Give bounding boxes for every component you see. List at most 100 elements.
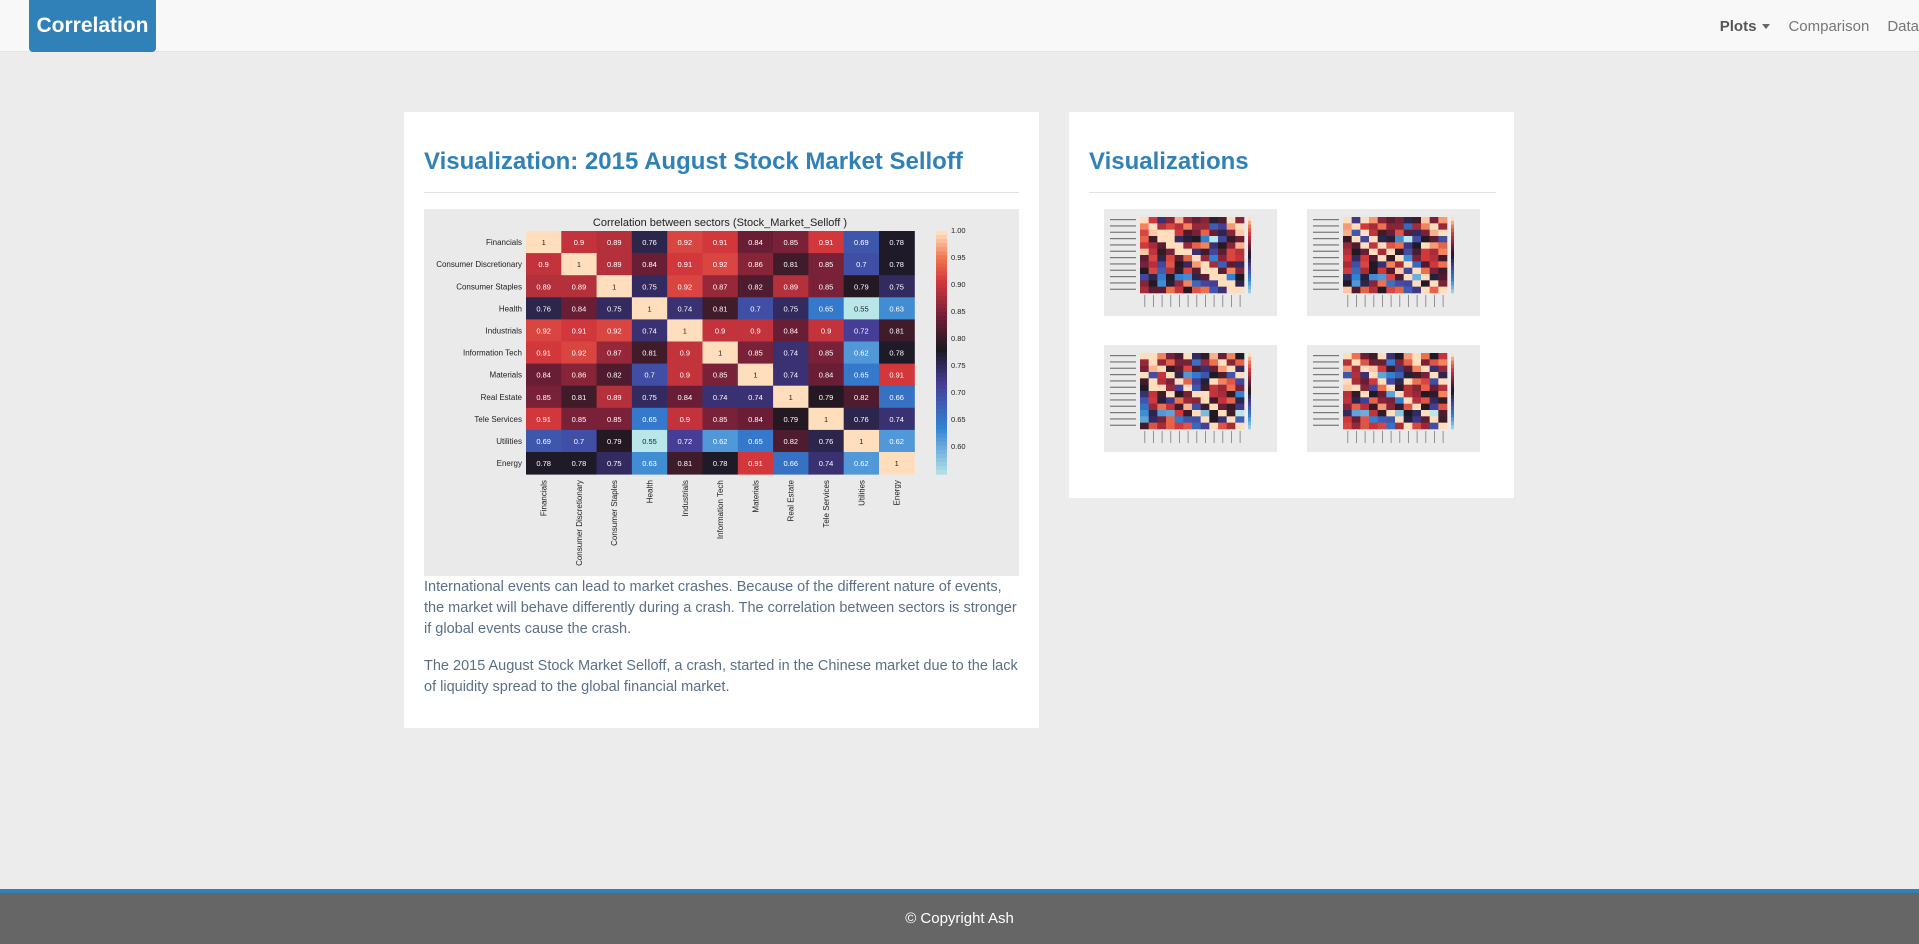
mini-cell: [1377, 391, 1387, 398]
mini-cell: [1369, 267, 1378, 275]
mini-cell: [1377, 372, 1387, 379]
mini-label: [1313, 355, 1339, 357]
cell-value: 1: [824, 415, 828, 424]
cell-value: 0.79: [607, 437, 622, 446]
mini-cell: [1140, 248, 1149, 256]
mini-cell: [1438, 372, 1448, 379]
mini-label: [1110, 355, 1136, 357]
mini-cell: [1386, 378, 1396, 385]
thumbnail-3[interactable]: [1104, 345, 1277, 452]
paragraph-2: The 2015 August Stock Market Selloff, a …: [424, 658, 1018, 695]
mini-cell: [1395, 365, 1404, 373]
colorbar-segment: [936, 453, 947, 459]
mini-cell: [1209, 378, 1219, 385]
cell-value: 0.9: [750, 326, 760, 335]
mini-axis-label: [1213, 295, 1215, 307]
brand-link[interactable]: Correlation: [29, 0, 156, 52]
mini-cell: [1377, 422, 1387, 430]
mini-cell: [1209, 255, 1219, 262]
cell-value: 0.66: [783, 459, 798, 468]
mini-cell: [1226, 403, 1236, 411]
comparison-link[interactable]: Comparison: [1788, 18, 1869, 35]
row-label: Health: [499, 304, 522, 313]
thumbnail-2[interactable]: [1307, 209, 1480, 316]
mini-label: [1110, 231, 1136, 233]
mini-cell: [1157, 248, 1167, 256]
mini-cell: [1140, 403, 1149, 411]
mini-cell: [1360, 217, 1370, 224]
mini-colorbar: [1248, 391, 1251, 396]
mini-cell: [1200, 229, 1210, 237]
mini-cell: [1209, 217, 1219, 224]
mini-cell: [1421, 242, 1430, 249]
mini-cell: [1226, 280, 1236, 287]
cell-value: 1: [612, 282, 616, 291]
mini-cell: [1226, 397, 1236, 404]
mini-cell: [1209, 359, 1219, 366]
mini-cell: [1166, 391, 1175, 398]
colorbar-segment: [936, 251, 947, 256]
plots-dropdown[interactable]: Plots: [1720, 18, 1771, 35]
mini-cell: [1403, 353, 1413, 360]
colorbar-segment: [936, 405, 947, 410]
mini-cell: [1157, 416, 1167, 423]
mini-colorbar: [1248, 262, 1251, 267]
mini-cell: [1166, 422, 1175, 430]
mini-cell: [1148, 286, 1158, 294]
cell-value: 0.84: [819, 371, 834, 380]
mini-cell: [1235, 255, 1245, 262]
mini-cell: [1157, 217, 1167, 224]
mini-label: [1313, 225, 1339, 227]
cell-value: 0.91: [889, 371, 904, 380]
mini-cell: [1166, 255, 1175, 262]
mini-axis-label: [1364, 431, 1366, 443]
mini-cell: [1218, 416, 1227, 423]
mini-cell: [1140, 255, 1149, 262]
mini-cell: [1421, 372, 1430, 379]
mini-cell: [1157, 242, 1167, 249]
cell-value: 0.91: [713, 238, 728, 247]
mini-cell: [1429, 286, 1439, 294]
cell-value: 0.91: [819, 238, 834, 247]
mini-cell: [1403, 223, 1413, 230]
mini-label: [1313, 257, 1339, 259]
mini-cell: [1166, 416, 1175, 423]
mini-cell: [1343, 286, 1352, 294]
mini-cell: [1166, 384, 1175, 392]
mini-cell: [1218, 261, 1227, 268]
colorbar-segment: [936, 299, 947, 305]
colorbar-tick: 0.85: [951, 307, 966, 316]
mini-cell: [1218, 286, 1227, 294]
cell-value: 0.78: [713, 459, 728, 468]
mini-cell: [1412, 236, 1422, 243]
mini-cell: [1360, 280, 1370, 287]
mini-cell: [1226, 391, 1236, 398]
cell-value: 0.84: [572, 304, 587, 313]
thumbnail-4[interactable]: [1307, 345, 1480, 452]
colorbar-segment: [936, 275, 947, 281]
cell-value: 0.72: [854, 326, 869, 335]
data-link[interactable]: Data: [1887, 18, 1919, 35]
cell-value: 0.81: [572, 393, 587, 402]
cell-value: 0.74: [642, 326, 657, 335]
mini-colorbar: [1451, 270, 1454, 275]
cell-value: 0.89: [607, 238, 622, 247]
mini-cell: [1157, 236, 1167, 243]
mini-cell: [1235, 378, 1245, 385]
mini-axis-label: [1356, 295, 1357, 307]
mini-cell: [1412, 280, 1422, 287]
mini-label: [1110, 282, 1136, 284]
mini-cell: [1140, 267, 1149, 275]
mini-colorbar: [1248, 410, 1251, 415]
colorbar-segment: [936, 324, 947, 329]
mini-axis-label: [1399, 295, 1401, 307]
thumbnail-1[interactable]: [1104, 209, 1277, 316]
cell-value: 0.85: [819, 260, 834, 269]
mini-cell: [1403, 255, 1413, 262]
mini-cell: [1369, 242, 1378, 249]
mini-cell: [1235, 274, 1245, 281]
mini-label: [1313, 424, 1339, 426]
mini-colorbar: [1248, 387, 1251, 392]
mini-cell: [1421, 416, 1430, 423]
mini-cell: [1183, 229, 1193, 237]
